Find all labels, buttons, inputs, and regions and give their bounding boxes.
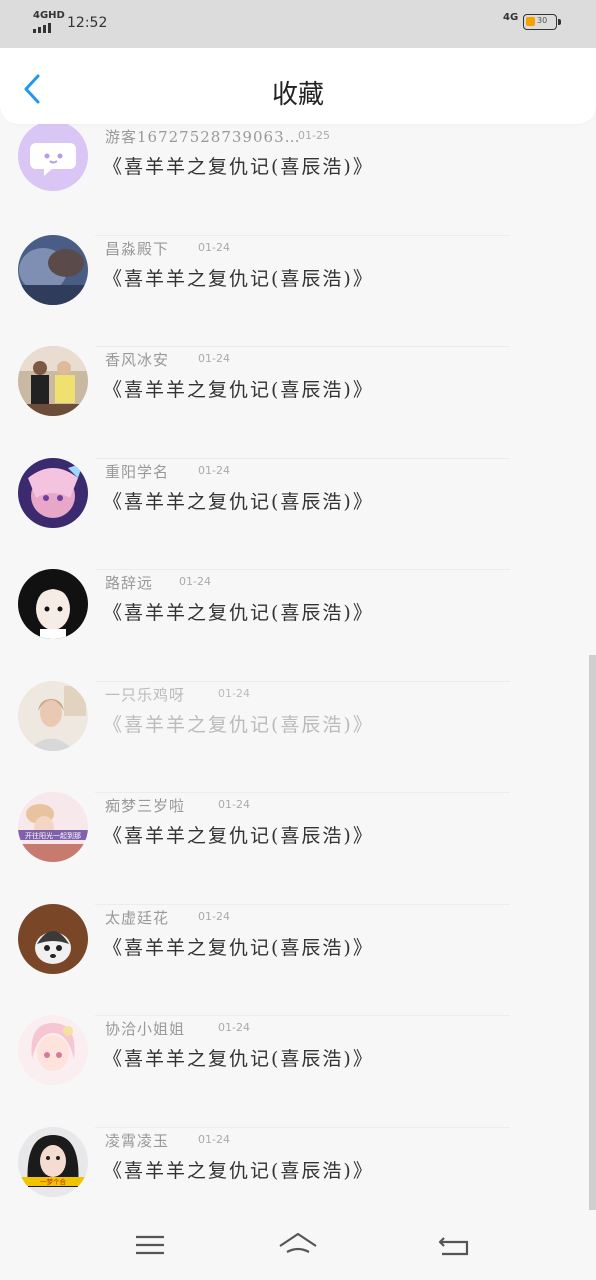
avatar[interactable]: [18, 680, 88, 751]
list-item[interactable]: 香风冰安 01-24 《喜羊羊之复仇记(喜辰浩)》: [0, 346, 590, 459]
status-bar: 4GHD 12:52 4G 30: [0, 0, 596, 48]
battery-level: 30: [537, 16, 548, 25]
app-header: 收藏: [0, 48, 596, 124]
item-date: 01-24: [218, 1021, 250, 1034]
home-button[interactable]: [278, 1228, 318, 1262]
return-icon: [438, 1237, 469, 1256]
item-username: 协洽小姐姐: [105, 1020, 186, 1038]
network-type-left: 4GHD: [33, 10, 65, 21]
avatar-caption: 开往阳光一起到那: [25, 831, 81, 840]
system-nav-bar: [0, 1210, 596, 1280]
item-date: 01-24: [198, 463, 230, 477]
item-username: 游客16727528739063…: [105, 128, 301, 146]
item-username: 凌霄凌玉: [105, 1131, 170, 1150]
list-item[interactable]: 一梦个合 凌霄凌玉 01-24 《喜羊羊之复仇记(喜辰浩)》: [0, 1126, 590, 1211]
list-item[interactable]: 开往阳光一起到那 痴梦三岁啦 01-24 《喜羊羊之复仇记(喜辰浩)》: [0, 792, 590, 905]
avatar[interactable]: 开往阳光一起到那: [18, 792, 88, 862]
return-button[interactable]: [434, 1228, 474, 1262]
item-date: 01-24: [198, 240, 230, 254]
item-title: 《喜羊羊之复仇记(喜辰浩)》: [103, 490, 374, 513]
avatar[interactable]: [18, 1015, 88, 1085]
list-item[interactable]: 一只乐鸡呀 01-24 《喜羊羊之复仇记(喜辰浩)》: [0, 680, 590, 793]
item-title: 《喜羊羊之复仇记(喜辰浩)》: [103, 713, 374, 736]
item-title: 《喜羊羊之复仇记(喜辰浩)》: [103, 156, 374, 178]
clock: 12:52: [67, 15, 108, 31]
item-username: 一只乐鸡呀: [105, 685, 186, 704]
list-item[interactable]: 游客16727528739063… 01-25 《喜羊羊之复仇记(喜辰浩)》: [0, 124, 590, 236]
list-item[interactable]: 太虚廷花 01-24 《喜羊羊之复仇记(喜辰浩)》: [0, 903, 590, 1016]
list-item[interactable]: 昌淼殿下 01-24 《喜羊羊之复仇记(喜辰浩)》: [0, 234, 590, 347]
signal-icon: [33, 23, 51, 33]
network-type-right: 4G: [503, 12, 519, 23]
list-item[interactable]: 重阳学名 01-24 《喜羊羊之复仇记(喜辰浩)》: [0, 457, 590, 570]
list-item[interactable]: 路辞远 01-24 《喜羊羊之复仇记(喜辰浩)》: [0, 569, 590, 682]
item-username: 太虚廷花: [105, 908, 170, 927]
item-title: 《喜羊羊之复仇记(喜辰浩)》: [103, 825, 374, 847]
avatar[interactable]: [18, 569, 88, 639]
item-date: 01-24: [218, 686, 250, 700]
menu-icon: [136, 1235, 164, 1255]
avatar[interactable]: [18, 457, 88, 528]
item-username: 昌淼殿下: [105, 239, 170, 258]
item-date: 01-24: [198, 909, 230, 923]
item-title: 《喜羊羊之复仇记(喜辰浩)》: [103, 602, 374, 624]
item-date: 01-24: [218, 798, 250, 811]
list-item[interactable]: 协洽小姐姐 01-24 《喜羊羊之复仇记(喜辰浩)》: [0, 1015, 590, 1128]
item-title: 《喜羊羊之复仇记(喜辰浩)》: [103, 379, 374, 401]
avatar[interactable]: [18, 346, 88, 416]
item-username: 香风冰安: [105, 351, 170, 369]
home-icon: [279, 1232, 317, 1253]
avatar[interactable]: [18, 234, 88, 305]
item-date: 01-24: [198, 352, 230, 365]
battery-icon: 30: [523, 14, 561, 30]
item-username: 重阳学名: [105, 462, 170, 481]
item-date: 01-25: [298, 129, 330, 142]
item-title: 《喜羊羊之复仇记(喜辰浩)》: [103, 267, 374, 290]
item-title: 《喜羊羊之复仇记(喜辰浩)》: [103, 936, 374, 959]
avatar[interactable]: [18, 903, 88, 974]
item-title: 《喜羊羊之复仇记(喜辰浩)》: [103, 1159, 374, 1182]
item-username: 路辞远: [105, 574, 154, 592]
item-date: 01-24: [198, 1132, 230, 1146]
item-title: 《喜羊羊之复仇记(喜辰浩)》: [103, 1048, 374, 1070]
scrollbar[interactable]: [589, 655, 596, 1210]
avatar-caption: 一梦个合: [40, 1177, 67, 1186]
avatar[interactable]: 一梦个合: [18, 1126, 88, 1197]
favorites-list: 游客16727528739063… 01-25 《喜羊羊之复仇记(喜辰浩)》 昌…: [0, 124, 590, 1210]
avatar[interactable]: [18, 124, 88, 191]
item-username: 痴梦三岁啦: [105, 797, 186, 815]
item-date: 01-24: [179, 575, 211, 588]
page-title: 收藏: [271, 80, 324, 110]
menu-button[interactable]: [130, 1228, 170, 1262]
